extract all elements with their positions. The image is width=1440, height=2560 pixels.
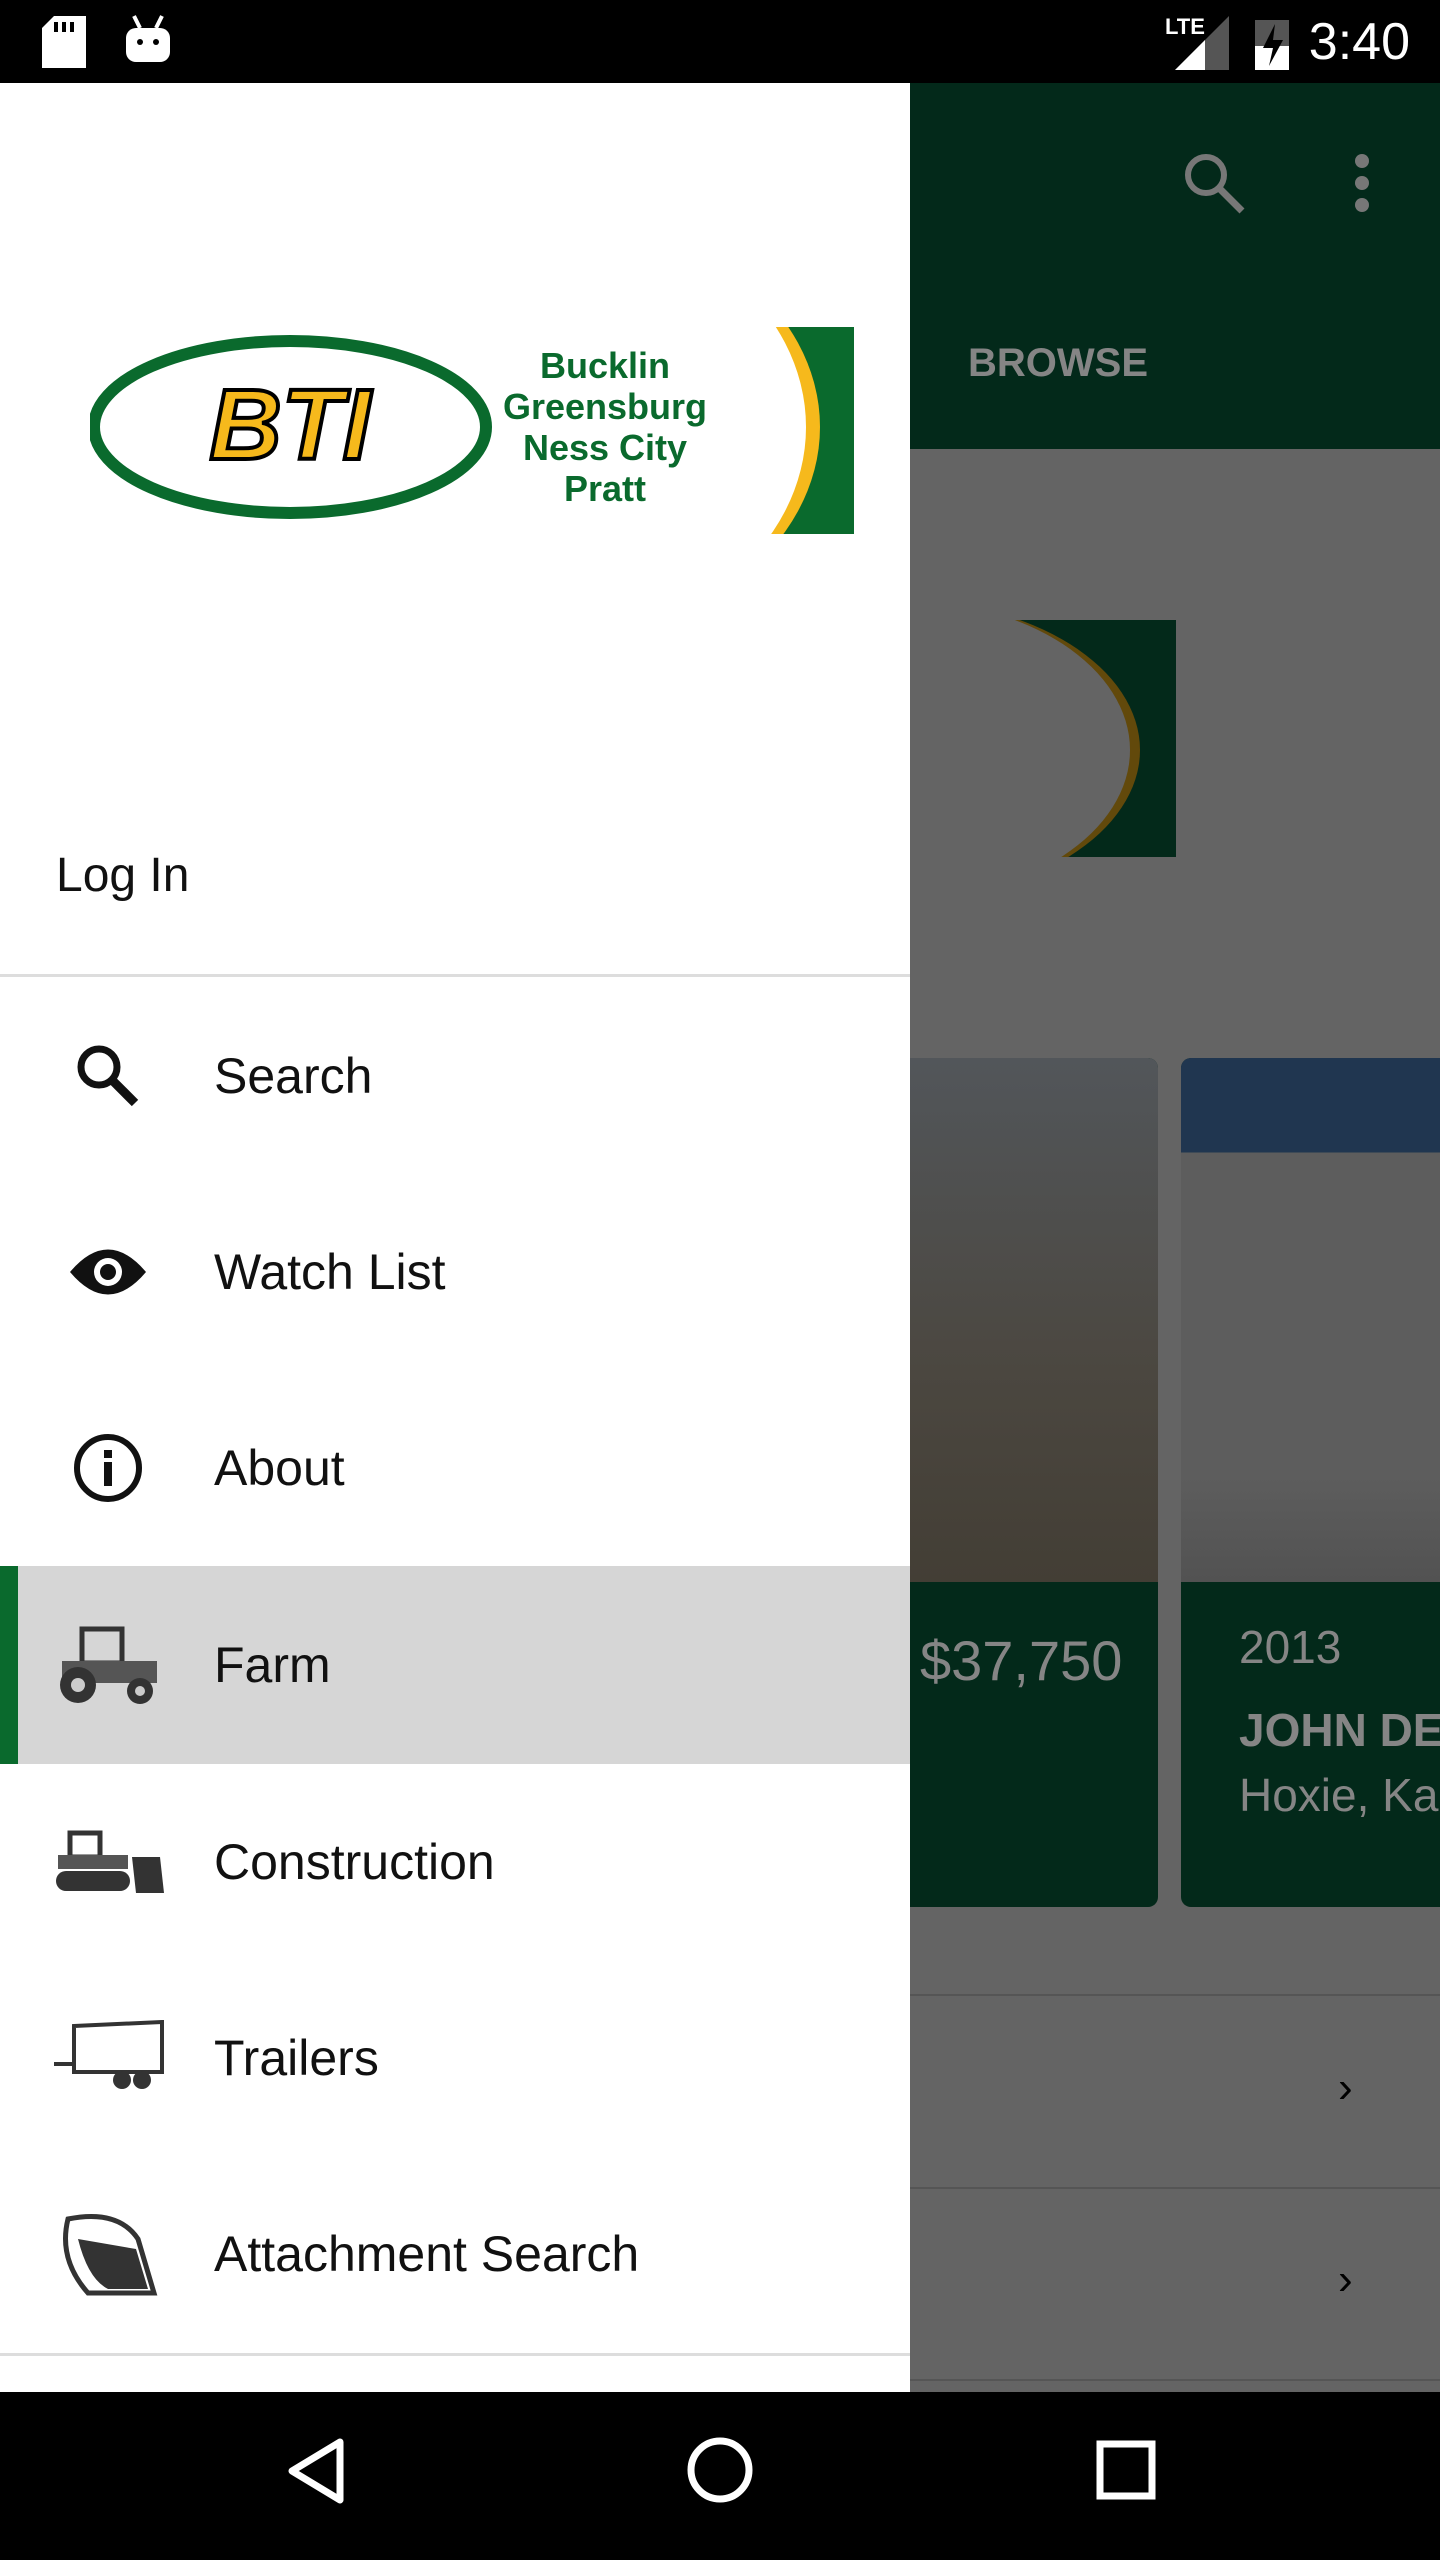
location-text: Greensburg	[502, 386, 708, 427]
bti-logo-mark: BTI	[90, 335, 492, 519]
drawer-item-label: Construction	[214, 1834, 495, 1890]
search-icon	[77, 1045, 139, 1107]
location-text: Ness City	[522, 427, 688, 468]
info-icon	[74, 1434, 142, 1502]
chevron-right-icon[interactable]: ›	[1338, 2255, 1353, 2305]
drawer-item-label: About	[214, 1440, 345, 1496]
listing-photo	[1181, 1058, 1440, 1582]
status-bar: LTE 3:40	[0, 0, 1440, 83]
bulldozer-icon	[56, 1830, 164, 1893]
trailer-icon	[54, 2020, 164, 2089]
chevron-right-icon[interactable]: ›	[1338, 2063, 1353, 2113]
location-text: Bucklin	[539, 345, 671, 386]
drawer-item-farm[interactable]: Farm	[0, 1566, 910, 1764]
drawer-item-label: Farm	[214, 1637, 331, 1693]
listing-card[interactable]: $37,750	[880, 1058, 1158, 1907]
android-icon	[126, 15, 170, 62]
location-text: Pratt	[563, 468, 647, 509]
drawer-item-watch-list[interactable]: Watch List	[0, 1174, 910, 1370]
drawer-item-label: Attachment Search	[214, 2226, 640, 2282]
drawer-item-label: Search	[214, 1048, 373, 1104]
drawer-item-label: Trailers	[214, 2030, 379, 2086]
tractor-icon	[60, 1626, 157, 1704]
navigation-drawer: BTI Bucklin Greensburg Ness City Pratt L…	[0, 83, 910, 2392]
listing-year: 2013	[1239, 1621, 1342, 1673]
listing-card[interactable]: 2013 JOHN DE Hoxie, Ka	[1181, 1058, 1440, 1907]
sd-card-icon	[42, 16, 86, 68]
drawer-item-attachment-search[interactable]: Attachment Search	[0, 2156, 910, 2352]
clock: 3:40	[1308, 13, 1410, 71]
listing-price: $37,750	[920, 1629, 1123, 1692]
divider	[0, 974, 910, 977]
listing-photo	[880, 1058, 1158, 1582]
drawer-item-construction[interactable]: Construction	[0, 1764, 910, 1960]
drawer-item-about[interactable]: About	[0, 1370, 910, 1566]
search-icon[interactable]	[1180, 149, 1250, 219]
home-icon[interactable]	[686, 2436, 754, 2504]
back-icon[interactable]	[286, 2436, 346, 2506]
drawer-item-label: Watch List	[214, 1244, 446, 1300]
bucket-icon	[63, 2214, 158, 2296]
listing-title: JOHN DE	[1239, 1704, 1440, 1756]
drawer-item-search[interactable]: Search	[0, 978, 910, 1174]
selected-indicator	[0, 1566, 18, 1764]
recents-icon[interactable]	[1096, 2440, 1156, 2500]
signal-icon	[1175, 16, 1229, 70]
eye-icon	[70, 1249, 146, 1295]
bti-logo: BTI Bucklin Greensburg Ness City Pratt	[90, 327, 854, 534]
locations-banner: Bucklin Greensburg Ness City Pratt	[500, 327, 854, 534]
system-navigation-bar	[0, 2392, 1440, 2560]
battery-charging-icon	[1255, 20, 1289, 70]
login-link[interactable]: Log In	[56, 848, 189, 903]
tab-browse[interactable]: BROWSE	[968, 341, 1148, 386]
more-vert-icon[interactable]	[1350, 149, 1374, 219]
drawer-item-trailers[interactable]: Trailers	[0, 1960, 910, 2156]
listing-location: Hoxie, Ka	[1239, 1769, 1439, 1821]
svg-text:BTI: BTI	[209, 369, 372, 481]
divider	[0, 2353, 910, 2356]
